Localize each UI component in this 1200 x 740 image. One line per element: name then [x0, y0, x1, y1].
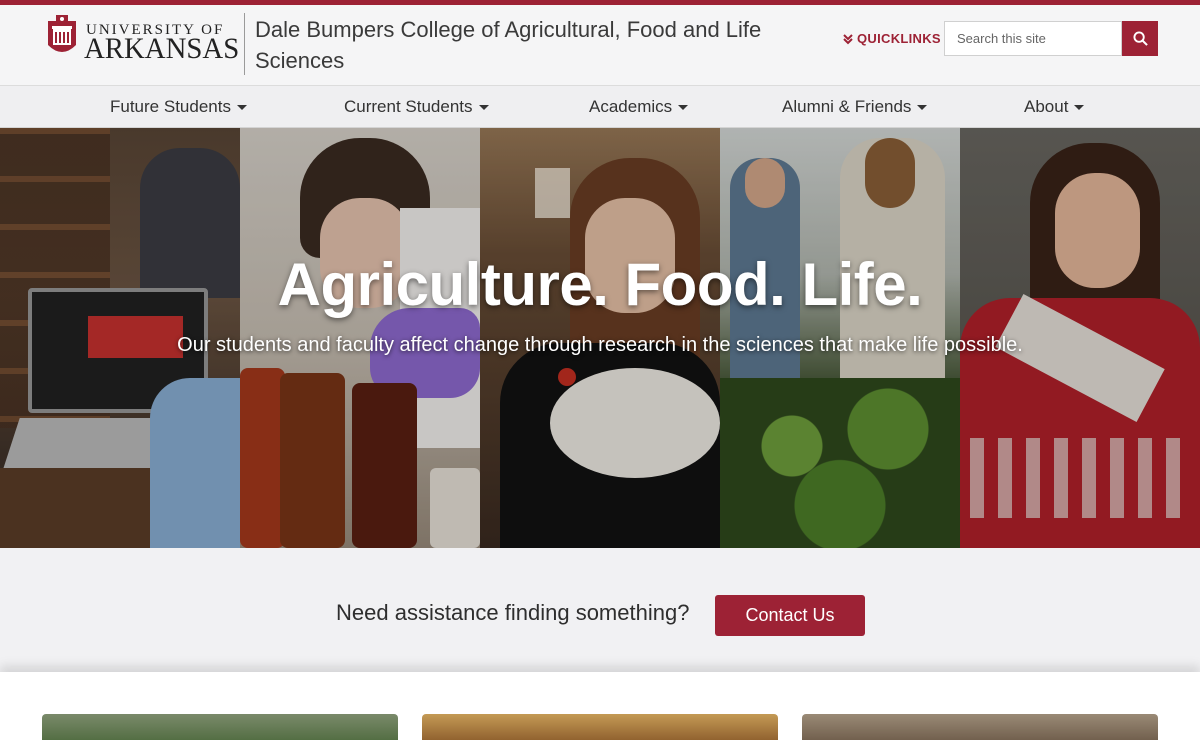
university-logo[interactable]: UNIVERSITY OF ARKANSAS — [46, 15, 240, 67]
feature-cards-section — [0, 672, 1200, 740]
caret-down-icon — [917, 104, 928, 110]
hero-subtitle: Our students and faculty affect change t… — [177, 334, 1023, 356]
search-icon — [1132, 31, 1148, 46]
feature-card[interactable] — [422, 714, 778, 740]
search-button[interactable] — [1122, 21, 1158, 56]
hero-banner: Agriculture. Food. Life. Our students an… — [0, 128, 1200, 548]
nav-item-label: Alumni & Friends — [782, 97, 912, 116]
site-header: UNIVERSITY OF ARKANSAS Dale Bumpers Coll… — [0, 5, 1200, 85]
nav-alumni-friends[interactable]: Alumni & Friends — [782, 97, 928, 117]
double-chevron-down-icon — [843, 33, 853, 44]
nav-academics[interactable]: Academics — [589, 97, 689, 117]
logo-arkansas: ARKANSAS — [84, 32, 240, 65]
main-nav: Future Students Current Students Academi… — [0, 85, 1200, 128]
nav-item-label: Academics — [589, 97, 673, 116]
quicklinks-label: QUICKLINKS — [857, 31, 941, 46]
nav-item-label: Current Students — [344, 97, 473, 116]
contact-us-button[interactable]: Contact Us — [715, 595, 865, 636]
college-title[interactable]: Dale Bumpers College of Agricultural, Fo… — [255, 14, 775, 76]
nav-current-students[interactable]: Current Students — [344, 97, 489, 117]
nav-item-label: About — [1024, 97, 1069, 116]
caret-down-icon — [678, 104, 689, 110]
university-seal-icon — [48, 15, 76, 52]
quicklinks-toggle[interactable]: QUICKLINKS — [842, 31, 941, 46]
assistance-section: Need assistance finding something? Conta… — [0, 548, 1200, 672]
hero-title: Agriculture. Food. Life. — [277, 251, 923, 318]
assistance-text: Need assistance finding something? — [336, 600, 690, 625]
nav-about[interactable]: About — [1024, 97, 1085, 117]
caret-down-icon — [236, 104, 247, 110]
nav-item-label: Future Students — [110, 97, 231, 116]
caret-down-icon — [478, 104, 489, 110]
feature-card[interactable] — [802, 714, 1158, 740]
feature-card[interactable] — [42, 714, 398, 740]
caret-down-icon — [1074, 104, 1085, 110]
header-divider — [244, 13, 245, 75]
nav-future-students[interactable]: Future Students — [110, 97, 247, 117]
search-input[interactable] — [944, 21, 1122, 56]
